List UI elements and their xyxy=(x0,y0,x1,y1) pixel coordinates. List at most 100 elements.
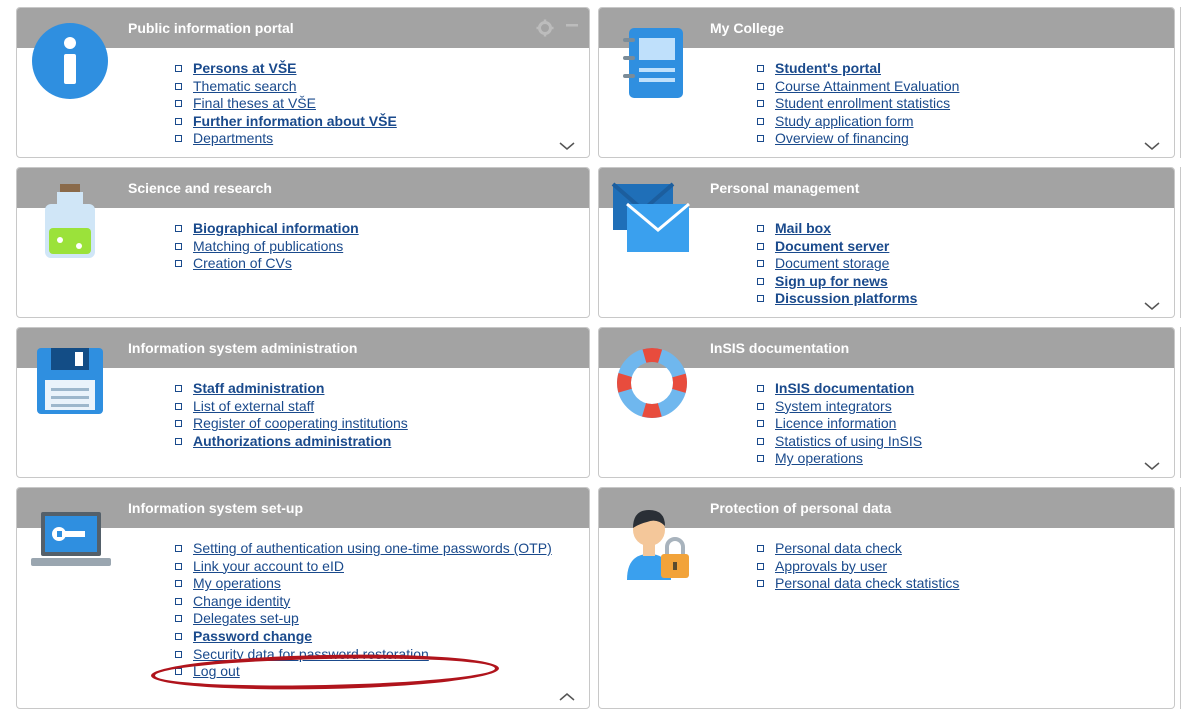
floppy-disk-icon xyxy=(37,348,103,414)
link-biographical-information[interactable]: Biographical information xyxy=(193,220,359,236)
link-overview-financing[interactable]: Overview of financing xyxy=(775,130,909,146)
list-item: My operations xyxy=(175,575,565,593)
link-eid[interactable]: Link your account to eID xyxy=(193,558,344,574)
list-item: Personal data check xyxy=(757,540,959,558)
cutoff-tile-edge xyxy=(1180,7,1184,158)
cutoff-tile-edge xyxy=(1180,327,1184,478)
link-otp-authentication[interactable]: Setting of authentication using one-time… xyxy=(193,540,552,556)
link-document-storage[interactable]: Document storage xyxy=(775,255,889,271)
link-matching-publications[interactable]: Matching of publications xyxy=(193,238,343,254)
list-item: InSIS documentation xyxy=(757,380,922,398)
tile-personal-management: Personal management Mail box Document se… xyxy=(598,167,1175,318)
list-item: Statistics of using InSIS xyxy=(757,433,922,451)
laptop-wrench-icon xyxy=(31,512,111,566)
link-departments[interactable]: Departments xyxy=(193,130,273,146)
link-insis-documentation[interactable]: InSIS documentation xyxy=(775,380,914,396)
list-item: Licence information xyxy=(757,415,922,433)
list-item: Departments xyxy=(175,130,397,148)
info-icon xyxy=(32,23,108,99)
link-approvals-by-user[interactable]: Approvals by user xyxy=(775,558,887,574)
list-item: Matching of publications xyxy=(175,238,359,256)
tile-title: Personal management xyxy=(710,180,860,196)
lifebuoy-icon xyxy=(617,348,687,418)
list-item: Persons at VŠE xyxy=(175,60,397,78)
link-cooperating-institutions[interactable]: Register of cooperating institutions xyxy=(193,415,408,431)
link-mail-box[interactable]: Mail box xyxy=(775,220,831,236)
list-item: My operations xyxy=(757,450,922,468)
link-statistics-insis[interactable]: Statistics of using InSIS xyxy=(775,433,922,449)
chevron-down-icon[interactable] xyxy=(559,141,575,151)
list-item: Course Attainment Evaluation xyxy=(757,78,959,96)
link-authorizations-administration[interactable]: Authorizations administration xyxy=(193,433,391,449)
link-enrollment-statistics[interactable]: Student enrollment statistics xyxy=(775,95,950,111)
link-thematic-search[interactable]: Thematic search xyxy=(193,78,296,94)
user-lock-icon xyxy=(627,510,689,580)
link-final-theses[interactable]: Final theses at VŠE xyxy=(193,95,316,111)
list-item: Document storage xyxy=(757,255,917,273)
link-password-change[interactable]: Password change xyxy=(193,628,312,644)
chevron-down-icon[interactable] xyxy=(1144,301,1160,311)
list-item: Password change xyxy=(175,628,565,646)
link-change-identity[interactable]: Change identity xyxy=(193,593,290,609)
chevron-up-icon[interactable] xyxy=(559,692,575,702)
link-my-operations[interactable]: My operations xyxy=(193,575,281,591)
list-item: Student enrollment statistics xyxy=(757,95,959,113)
list-item: Biographical information xyxy=(175,220,359,238)
flask-icon xyxy=(45,184,95,258)
link-my-operations[interactable]: My operations xyxy=(775,450,863,466)
list-item: Document server xyxy=(757,238,917,256)
list-item: Staff administration xyxy=(175,380,408,398)
tile-science-and-research: Science and research Biographical inform… xyxy=(16,167,590,318)
tile-title: Information system set-up xyxy=(128,500,304,516)
link-study-application[interactable]: Study application form xyxy=(775,113,914,129)
link-discussion-platforms[interactable]: Discussion platforms xyxy=(775,290,917,306)
tile-title: Protection of personal data xyxy=(710,500,892,516)
tile-insis-documentation: InSIS documentation InSIS documentation … xyxy=(598,327,1175,478)
link-further-information[interactable]: Further information about VŠE xyxy=(193,113,397,129)
link-persons-at-vse[interactable]: Persons at VŠE xyxy=(193,60,297,76)
link-external-staff[interactable]: List of external staff xyxy=(193,398,314,414)
tile-title: InSIS documentation xyxy=(710,340,850,356)
link-personal-data-check[interactable]: Personal data check xyxy=(775,540,902,556)
list-item: Change identity xyxy=(175,593,565,611)
list-item: Study application form xyxy=(757,113,959,131)
chevron-down-icon[interactable] xyxy=(1144,141,1160,151)
link-staff-administration[interactable]: Staff administration xyxy=(193,380,324,396)
tile-title: My College xyxy=(710,20,784,36)
link-students-portal[interactable]: Student's portal xyxy=(775,60,881,76)
list-item: Delegates set-up xyxy=(175,610,565,628)
tile-title: Science and research xyxy=(128,180,272,196)
list-item: Approvals by user xyxy=(757,558,959,576)
tile-title: Information system administration xyxy=(128,340,358,356)
list-item: Register of cooperating institutions xyxy=(175,415,408,433)
link-log-out[interactable]: Log out xyxy=(193,663,240,679)
chevron-down-icon[interactable] xyxy=(1144,461,1160,471)
gear-icon[interactable] xyxy=(536,19,554,37)
list-item: Student's portal xyxy=(757,60,959,78)
link-document-server[interactable]: Document server xyxy=(775,238,889,254)
list-item: Creation of CVs xyxy=(175,255,359,273)
list-item: List of external staff xyxy=(175,398,408,416)
list-item: Final theses at VŠE xyxy=(175,95,397,113)
link-delegates-setup[interactable]: Delegates set-up xyxy=(193,610,299,626)
list-item: Authorizations administration xyxy=(175,433,408,451)
list-item: Overview of financing xyxy=(757,130,959,148)
tile-title: Public information portal xyxy=(128,20,294,36)
list-item: Personal data check statistics xyxy=(757,575,959,593)
cutoff-tile-edge xyxy=(1180,487,1184,709)
mail-icon xyxy=(611,182,690,252)
link-course-attainment[interactable]: Course Attainment Evaluation xyxy=(775,78,959,94)
list-item: Log out xyxy=(175,663,565,681)
list-item: Thematic search xyxy=(175,78,397,96)
link-system-integrators[interactable]: System integrators xyxy=(775,398,892,414)
tile-protection-of-personal-data: Protection of personal data Personal dat… xyxy=(598,487,1175,709)
minimize-icon[interactable] xyxy=(566,24,578,28)
list-item: Security data for password restoration xyxy=(175,646,565,664)
link-sign-up-news[interactable]: Sign up for news xyxy=(775,273,888,289)
link-licence-information[interactable]: Licence information xyxy=(775,415,896,431)
link-security-data-password-restoration[interactable]: Security data for password restoration xyxy=(193,646,429,662)
list-item: Sign up for news xyxy=(757,273,917,291)
link-personal-data-check-statistics[interactable]: Personal data check statistics xyxy=(775,575,959,591)
notebook-icon xyxy=(623,28,683,98)
link-creation-cvs[interactable]: Creation of CVs xyxy=(193,255,292,271)
